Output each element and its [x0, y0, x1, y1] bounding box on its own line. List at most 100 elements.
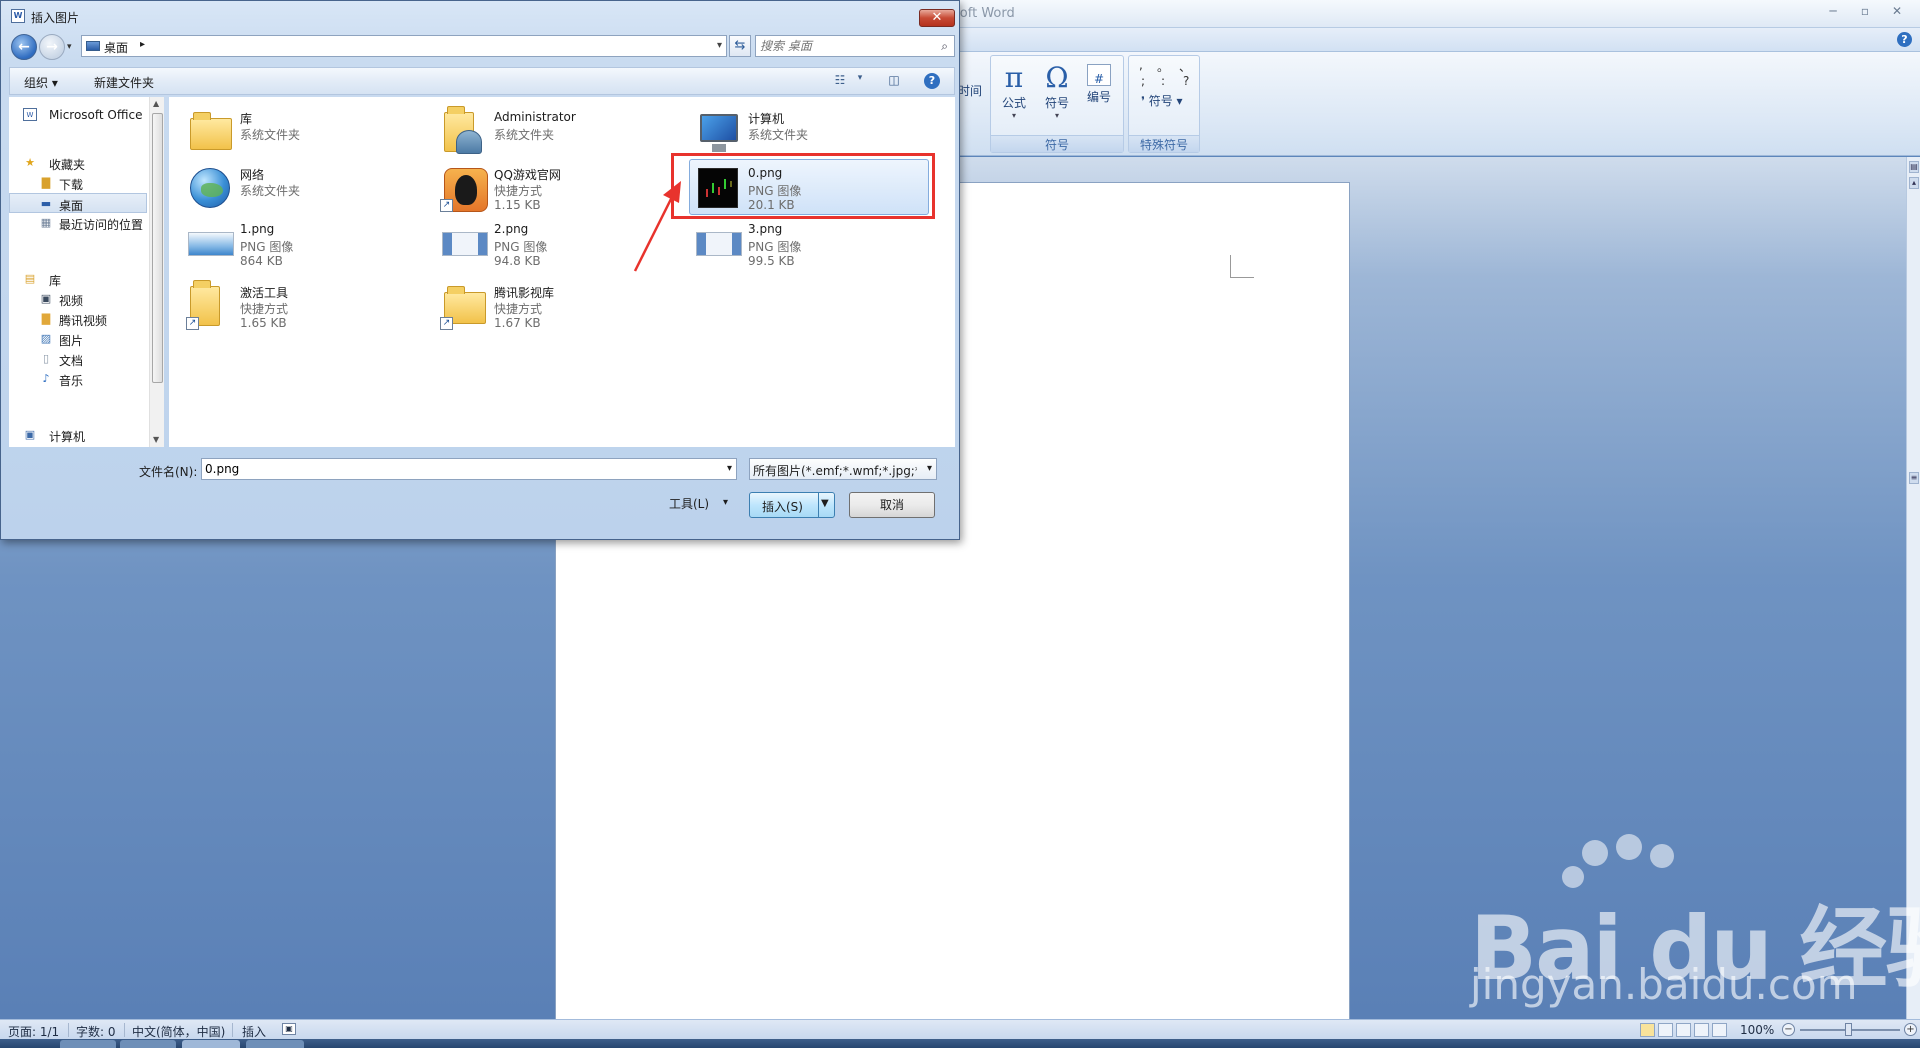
zoom-out-button[interactable]: −	[1782, 1023, 1795, 1036]
nav-item-libraries[interactable]: ▤ 库	[9, 269, 147, 289]
filename-input[interactable]	[205, 461, 705, 477]
address-location[interactable]: 桌面	[104, 39, 128, 56]
filename-dropdown-icon[interactable]: ▾	[727, 463, 732, 474]
view-print-layout-button[interactable]	[1640, 1023, 1655, 1037]
file-item-libraries[interactable]: 库 系统文件夹	[181, 103, 421, 159]
insert-picture-dialog: W 插入图片 ✕ ← → ▾ 桌面 ▸ ▾ ⇆ ⌕ 组织 ▾ 新建文件夹 ☷ ▾…	[0, 0, 960, 540]
preview-pane-icon[interactable]: ◫	[886, 73, 902, 89]
taskbar-item[interactable]	[120, 1040, 176, 1048]
filename-label: 文件名(N):	[139, 465, 198, 479]
desktop-icon	[86, 41, 100, 51]
nav-item-videos[interactable]: ▣ 视频	[9, 289, 147, 309]
new-folder-button[interactable]: 新建文件夹	[94, 74, 154, 91]
scroll-up-arrow[interactable]: ▴	[1909, 177, 1919, 189]
symbol-button[interactable]: Ω 符号 ▾	[1037, 62, 1077, 121]
taskbar-item[interactable]	[60, 1040, 116, 1048]
nav-item-music[interactable]: ♪ 音乐	[9, 369, 147, 389]
navigation-scrollbar[interactable]: ▲ ▼	[149, 97, 164, 447]
nav-item-desktop[interactable]: ▬ 桌面	[9, 193, 147, 213]
insert-button[interactable]: 插入(S) ▼	[749, 492, 835, 518]
dialog-title-bar: W 插入图片 ✕	[1, 1, 959, 31]
nav-item-tencent-video[interactable]: ▇ 腾讯视频	[9, 309, 147, 329]
file-item-network[interactable]: 网络 系统文件夹	[181, 159, 421, 215]
nav-item-documents[interactable]: ▯ 文档	[9, 349, 147, 369]
breadcrumb-arrow-icon[interactable]: ▸	[140, 39, 145, 50]
insert-dropdown-icon[interactable]: ▼	[821, 498, 829, 509]
file-item-3-png[interactable]: 3.png PNG 图像 99.5 KB	[689, 215, 929, 271]
help-icon[interactable]: ?	[924, 73, 940, 89]
nav-item-downloads[interactable]: ▇ 下载	[9, 173, 147, 193]
scroll-thumb[interactable]: ≡	[1909, 472, 1919, 484]
forward-button[interactable]: →	[39, 34, 65, 60]
search-box[interactable]: ⌕	[755, 35, 955, 57]
equation-button[interactable]: π 公式 ▾	[994, 61, 1034, 121]
organize-button[interactable]: 组织 ▾	[24, 74, 58, 91]
address-dropdown-icon[interactable]: ▾	[717, 40, 722, 51]
close-button[interactable]: ✕	[919, 9, 955, 27]
view-draft-button[interactable]	[1712, 1023, 1727, 1037]
nav-item-microsoft-office[interactable]: W Microsoft Office	[9, 105, 147, 125]
pi-icon: π	[1004, 61, 1024, 94]
search-icon[interactable]: ⌕	[941, 39, 948, 54]
dialog-bottom-panel: 文件名(N): ▾ 所有图片(*.emf;*.wmf;*.jpg;*.jpeg;…	[9, 449, 955, 535]
tools-button[interactable]: 工具(L)	[669, 495, 709, 512]
taskbar-item[interactable]	[246, 1040, 304, 1048]
nav-item-pictures[interactable]: ▨ 图片	[9, 329, 147, 349]
word-maximize-button[interactable]: ▫	[1852, 4, 1878, 20]
scroll-down-arrow[interactable]: ▼	[153, 435, 159, 444]
recent-pages-dropdown[interactable]: ▾	[67, 42, 72, 52]
filename-combobox[interactable]: ▾	[201, 458, 737, 480]
ribbon-group-special-symbols: , 。 、 ; : ? ❜ 符号 ▾ 特殊符号	[1128, 55, 1200, 153]
nav-item-computer[interactable]: ▣ 计算机	[9, 425, 147, 445]
file-item-tencent-video-library[interactable]: ↗ 腾讯影视库 快捷方式 1.67 KB	[435, 277, 675, 333]
word-close-button[interactable]: ✕	[1884, 4, 1910, 20]
scroll-thumb[interactable]	[152, 113, 163, 383]
view-outline-button[interactable]	[1694, 1023, 1709, 1037]
zoom-in-button[interactable]: +	[1904, 1023, 1917, 1036]
navigation-pane: W Microsoft Office ★ 收藏夹 ▇ 下载 ▬ 桌面 ▦ 最近访…	[9, 97, 164, 447]
ruler-toggle-icon[interactable]: ▤	[1909, 161, 1919, 173]
computer-icon	[694, 108, 742, 156]
folder-shortcut-icon: ↗	[186, 280, 234, 330]
baidu-watermark: Bai du 经验 jingyan.baidu.com	[1470, 834, 1920, 1020]
status-insert-mode[interactable]: 插入	[242, 1023, 266, 1040]
macro-record-icon[interactable]: ▣	[282, 1023, 296, 1035]
qq-game-icon: ↗	[440, 164, 488, 212]
download-folder-icon: ▇	[41, 176, 51, 189]
numbering-button[interactable]: # 编号	[1079, 62, 1119, 105]
search-input[interactable]	[760, 38, 926, 54]
word-help-icon[interactable]: ?	[1897, 32, 1912, 47]
special-symbol-button[interactable]: ❜ 符号 ▾	[1141, 92, 1183, 109]
windows-taskbar	[0, 1039, 1920, 1048]
filetype-select[interactable]: 所有图片(*.emf;*.wmf;*.jpg;*.jpeg;*.jfif;*.j…	[749, 458, 937, 480]
png-thumbnail-icon	[694, 220, 742, 268]
file-item-activation-tool[interactable]: ↗ 激活工具 快捷方式 1.65 KB	[181, 277, 421, 333]
change-view-icon[interactable]: ☷	[832, 73, 848, 89]
view-dropdown-icon[interactable]: ▾	[852, 73, 868, 89]
view-fullscreen-button[interactable]	[1658, 1023, 1673, 1037]
status-language[interactable]: 中文(简体，中国)	[132, 1023, 225, 1040]
address-bar[interactable]: 桌面 ▸ ▾	[81, 35, 727, 57]
word-minimize-button[interactable]: ─	[1820, 4, 1846, 20]
zoom-level[interactable]: 100%	[1740, 1023, 1774, 1037]
taskbar-item[interactable]	[182, 1040, 240, 1048]
file-item-administrator[interactable]: Administrator 系统文件夹	[435, 103, 675, 159]
computer-icon: ▣	[24, 428, 36, 441]
zoom-slider-thumb[interactable]	[1845, 1023, 1852, 1036]
status-page[interactable]: 页面: 1/1	[8, 1023, 59, 1040]
back-button[interactable]: ←	[11, 34, 37, 60]
file-item-computer[interactable]: 计算机 系统文件夹	[689, 103, 929, 159]
ribbon-partial-label: 时间	[958, 84, 983, 98]
status-word-count[interactable]: 字数: 0	[76, 1023, 116, 1040]
nav-item-favorites[interactable]: ★ 收藏夹	[9, 153, 147, 173]
filetype-dropdown-icon[interactable]: ▾	[927, 463, 932, 474]
picture-icon: ▨	[40, 332, 52, 345]
nav-item-recent-places[interactable]: ▦ 最近访问的位置	[9, 213, 147, 233]
tools-dropdown-icon[interactable]: ▾	[723, 497, 728, 508]
view-web-button[interactable]	[1676, 1023, 1691, 1037]
cancel-button[interactable]: 取消	[849, 492, 935, 518]
refresh-button[interactable]: ⇆	[729, 35, 751, 57]
scroll-up-arrow[interactable]: ▲	[153, 99, 159, 108]
file-item-1-png[interactable]: 1.png PNG 图像 864 KB	[181, 215, 421, 271]
network-globe-icon	[186, 164, 234, 212]
